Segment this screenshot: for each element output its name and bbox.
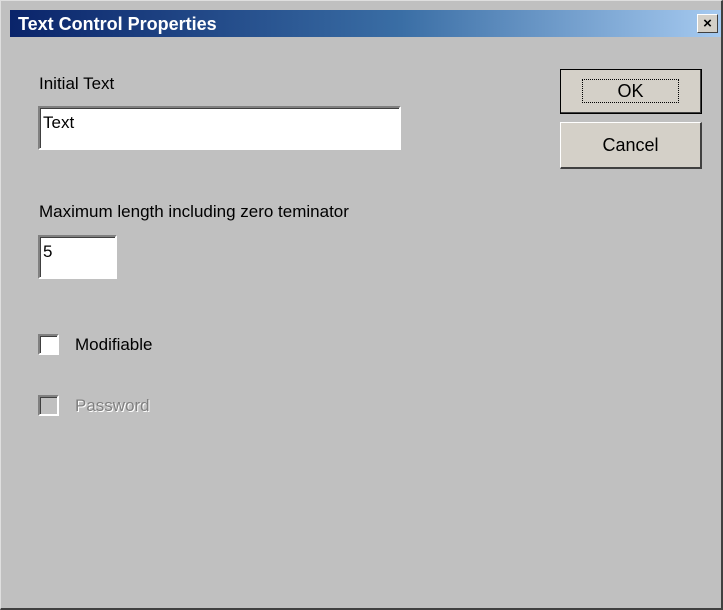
title-bar[interactable]: Text Control Properties × xyxy=(10,10,721,37)
window-title: Text Control Properties xyxy=(18,14,217,34)
initial-text-label: Initial Text xyxy=(39,74,115,93)
ok-button-label: OK xyxy=(582,79,679,103)
password-label: Password xyxy=(75,396,150,415)
max-length-input[interactable]: 5 xyxy=(38,235,117,279)
modifiable-label[interactable]: Modifiable xyxy=(75,335,153,355)
initial-text-input[interactable]: Text xyxy=(38,106,401,150)
close-icon: × xyxy=(703,15,712,32)
cancel-button[interactable]: Cancel xyxy=(560,122,702,169)
dialog-window: Text Control Properties × Initial Text T… xyxy=(0,0,723,610)
ok-button[interactable]: OK xyxy=(560,69,702,114)
max-length-label: Maximum length including zero teminator xyxy=(39,202,349,221)
cancel-button-label: Cancel xyxy=(602,134,659,155)
password-checkbox xyxy=(38,395,59,416)
close-button[interactable]: × xyxy=(697,14,718,33)
modifiable-checkbox[interactable] xyxy=(38,334,59,355)
